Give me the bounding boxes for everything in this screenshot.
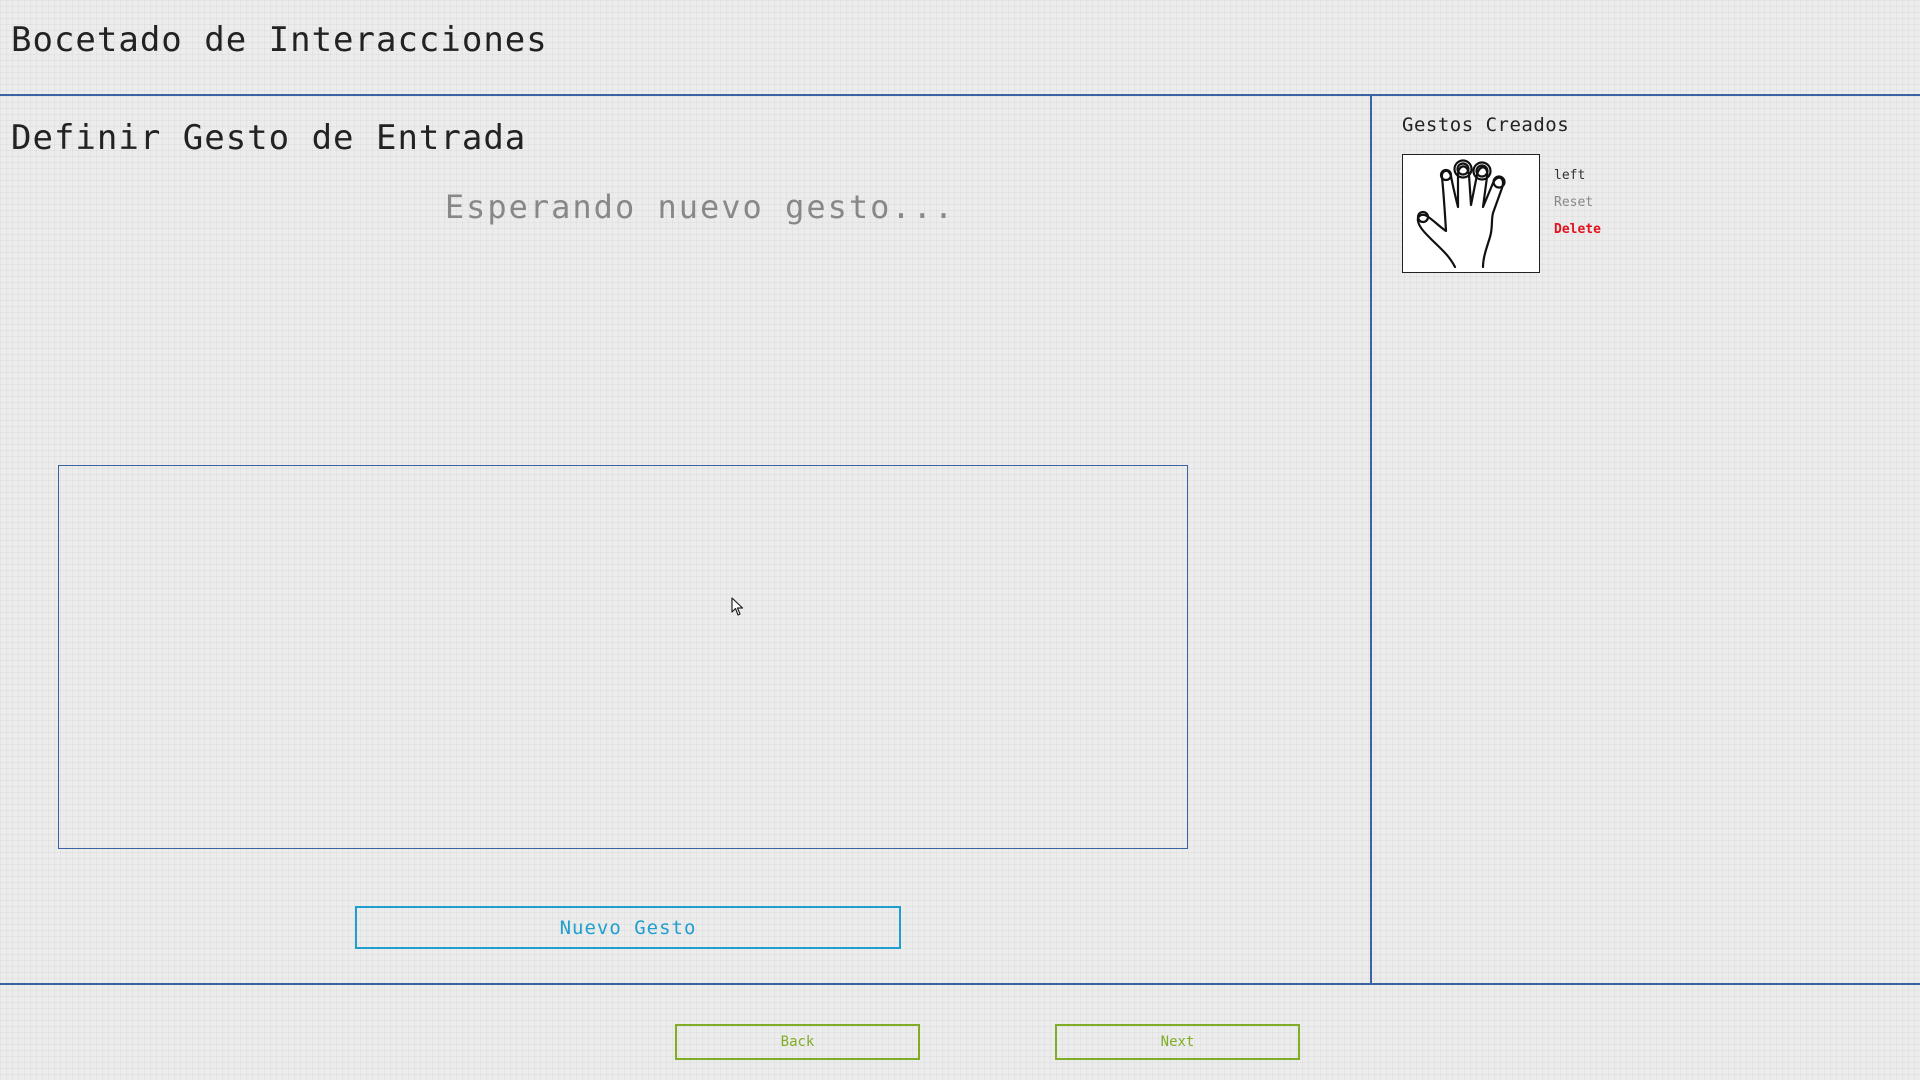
gesture-reset-link[interactable]: Reset <box>1554 195 1593 210</box>
back-button[interactable]: Back <box>675 1024 920 1060</box>
next-button[interactable]: Next <box>1055 1024 1300 1060</box>
sidebar-title: Gestos Creados <box>1402 114 1570 136</box>
footer-divider <box>0 983 1920 985</box>
sidebar-divider <box>1370 95 1372 985</box>
gesture-thumbnail[interactable] <box>1402 154 1540 273</box>
section-title: Definir Gesto de Entrada <box>11 118 527 158</box>
app-title: Bocetado de Interacciones <box>11 20 548 60</box>
status-text: Esperando nuevo gesto... <box>444 188 956 226</box>
gesture-capture-area[interactable] <box>58 465 1188 849</box>
gesture-name: left <box>1554 168 1586 183</box>
gesture-delete-link[interactable]: Delete <box>1554 222 1601 237</box>
new-gesture-button[interactable]: Nuevo Gesto <box>355 906 901 949</box>
hand-gesture-icon <box>1416 159 1506 269</box>
header-divider <box>0 94 1920 96</box>
mouse-cursor-icon <box>731 597 744 616</box>
